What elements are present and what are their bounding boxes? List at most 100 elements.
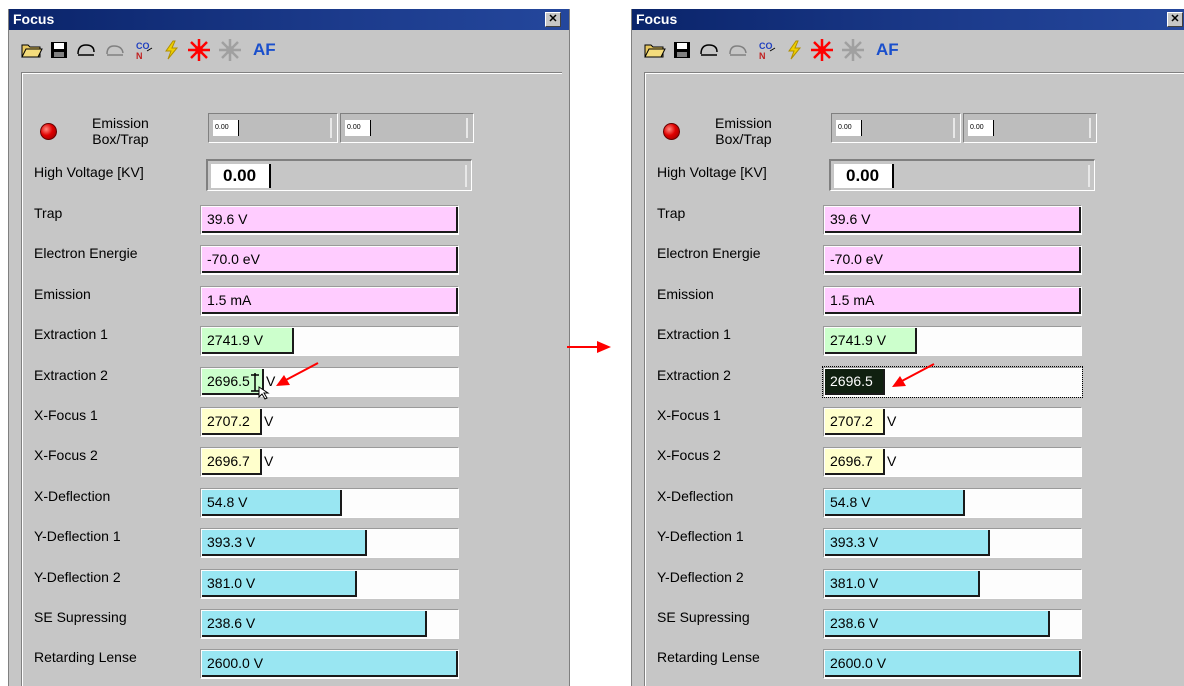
param-row-x-deflection: X-Deflection 54.8 V xyxy=(22,487,562,522)
param-value: -70.0 eV xyxy=(825,247,1081,274)
window-titlebar[interactable]: Focus ✕ xyxy=(9,9,569,30)
param-value: 2707.2 xyxy=(202,409,262,435)
tick xyxy=(466,118,468,138)
gray-star-icon[interactable] xyxy=(841,39,865,61)
param-field-x-deflection[interactable]: 54.8 V xyxy=(823,487,1082,518)
param-label: Extraction 2 xyxy=(34,366,108,383)
high-voltage-label: High Voltage [KV] xyxy=(657,164,767,180)
status-led-icon xyxy=(663,123,680,140)
lightning-icon[interactable] xyxy=(785,39,803,61)
trap-indicator: 0.00 xyxy=(963,113,1097,143)
param-field-x-deflection[interactable]: 54.8 V xyxy=(200,487,459,518)
toolbar: CO N AF xyxy=(644,35,906,65)
focus-window-after: Focus ✕ CO N AF Emission Box/Trap 0.00 0.… xyxy=(631,9,1184,686)
red-star-icon[interactable] xyxy=(810,39,834,61)
param-unit: V xyxy=(264,413,274,429)
param-label: Trap xyxy=(34,205,63,221)
param-field-trap[interactable]: 39.6 V xyxy=(200,205,459,235)
af-button[interactable]: AF xyxy=(876,39,899,61)
param-row-y-deflection-1: Y-Deflection 1 393.3 V xyxy=(22,528,562,562)
param-field-retarding-lense[interactable]: 2600.0 V xyxy=(823,649,1082,680)
box-indicator: 0.00 xyxy=(208,113,338,143)
param-field-y-deflection-2[interactable]: 381.0 V xyxy=(200,568,459,599)
param-label: Extraction 2 xyxy=(657,366,731,383)
param-row-electron-energie: Electron Energie -70.0 eV xyxy=(22,245,562,279)
param-unit: V xyxy=(264,453,274,470)
param-row-x-focus-1: X-Focus 1 2707.2 V xyxy=(22,407,562,441)
redo-icon[interactable] xyxy=(104,39,126,61)
param-value: 381.0 V xyxy=(825,570,980,597)
param-field-electron-energie[interactable]: -70.0 eV xyxy=(200,245,459,276)
svg-text:CO: CO xyxy=(759,41,773,51)
param-field-emission[interactable]: 1.5 mA xyxy=(200,285,459,316)
close-icon[interactable]: ✕ xyxy=(1167,12,1183,27)
param-value: 1.5 mA xyxy=(202,287,458,314)
emission-label: Emission Box/Trap xyxy=(92,115,149,147)
gas-co-n2-icon[interactable]: CO N xyxy=(756,39,778,61)
param-value: 2696.7 xyxy=(825,449,885,476)
param-field-se-supressing[interactable]: 238.6 V xyxy=(200,609,459,639)
param-field-electron-energie[interactable]: -70.0 eV xyxy=(823,245,1082,276)
param-unit: V xyxy=(887,413,897,429)
undo-icon[interactable] xyxy=(75,39,97,61)
param-row-electron-energie: Electron Energie -70.0 eV xyxy=(645,245,1184,279)
high-voltage-row: High Voltage [KV] 0.00 xyxy=(645,159,1184,193)
param-field-y-deflection-1[interactable]: 393.3 V xyxy=(200,528,459,559)
param-value: 2600.0 V xyxy=(825,651,1081,678)
param-field-emission[interactable]: 1.5 mA xyxy=(823,285,1082,316)
param-label: Electron Energie xyxy=(34,245,138,262)
param-field-x-focus-1[interactable]: 2707.2 V xyxy=(200,407,459,437)
param-field-extraction-2[interactable]: 2696.5 V xyxy=(200,366,459,397)
param-field-x-focus-2[interactable]: 2696.7 V xyxy=(823,447,1082,478)
red-star-icon[interactable] xyxy=(187,39,211,61)
param-label: X-Focus 1 xyxy=(657,407,721,423)
param-field-y-deflection-1[interactable]: 393.3 V xyxy=(823,528,1082,559)
param-row-trap: Trap 39.6 V xyxy=(645,205,1184,239)
save-disk-icon[interactable] xyxy=(50,39,68,61)
tick xyxy=(953,118,955,138)
param-field-extraction-1[interactable]: 2741.9 V xyxy=(200,326,459,357)
open-folder-icon[interactable] xyxy=(21,39,43,61)
trap-value: 0.00 xyxy=(345,120,371,136)
param-row-emission: Emission 1.5 mA xyxy=(645,285,1184,320)
gas-co-n2-icon[interactable]: CO N xyxy=(133,39,155,61)
param-label: Emission xyxy=(657,285,714,302)
emission-label: Emission Box/Trap xyxy=(715,115,772,147)
af-button[interactable]: AF xyxy=(253,39,276,61)
annotation-arrow-icon xyxy=(274,361,320,394)
param-label: Electron Energie xyxy=(657,245,761,262)
param-label: SE Supressing xyxy=(34,609,127,625)
save-disk-icon[interactable] xyxy=(673,39,691,61)
tick xyxy=(1089,118,1091,138)
param-row-trap: Trap 39.6 V xyxy=(22,205,562,239)
param-row-y-deflection-2: Y-Deflection 2 381.0 V xyxy=(22,568,562,603)
param-unit: V xyxy=(887,453,897,470)
gray-star-icon[interactable] xyxy=(218,39,242,61)
undo-icon[interactable] xyxy=(698,39,720,61)
open-folder-icon[interactable] xyxy=(644,39,666,61)
window-titlebar[interactable]: Focus ✕ xyxy=(632,9,1184,30)
high-voltage-display: 0.00 xyxy=(206,159,472,191)
param-field-extraction-2[interactable]: 2696.5 xyxy=(822,365,1083,398)
param-value: 54.8 V xyxy=(202,489,342,516)
param-value: 1.5 mA xyxy=(825,287,1081,314)
param-label: Extraction 1 xyxy=(34,326,108,343)
param-field-retarding-lense[interactable]: 2600.0 V xyxy=(200,649,459,680)
svg-text:N: N xyxy=(136,51,143,61)
param-field-se-supressing[interactable]: 238.6 V xyxy=(823,609,1082,639)
param-field-x-focus-1[interactable]: 2707.2 V xyxy=(823,407,1082,437)
param-field-extraction-1[interactable]: 2741.9 V xyxy=(823,326,1082,357)
param-value: 2696.5 xyxy=(825,368,885,395)
param-field-trap[interactable]: 39.6 V xyxy=(823,205,1082,235)
param-field-x-focus-2[interactable]: 2696.7 V xyxy=(200,447,459,478)
window-title: Focus xyxy=(636,11,678,27)
svg-text:N: N xyxy=(759,51,766,61)
redo-icon[interactable] xyxy=(727,39,749,61)
param-value: 2741.9 V xyxy=(202,328,294,355)
lightning-icon[interactable] xyxy=(162,39,180,61)
tick xyxy=(465,165,467,187)
annotation-arrow-icon xyxy=(890,362,936,395)
trap-value: 0.00 xyxy=(968,120,994,136)
close-icon[interactable]: ✕ xyxy=(545,12,561,27)
param-field-y-deflection-2[interactable]: 381.0 V xyxy=(823,568,1082,599)
